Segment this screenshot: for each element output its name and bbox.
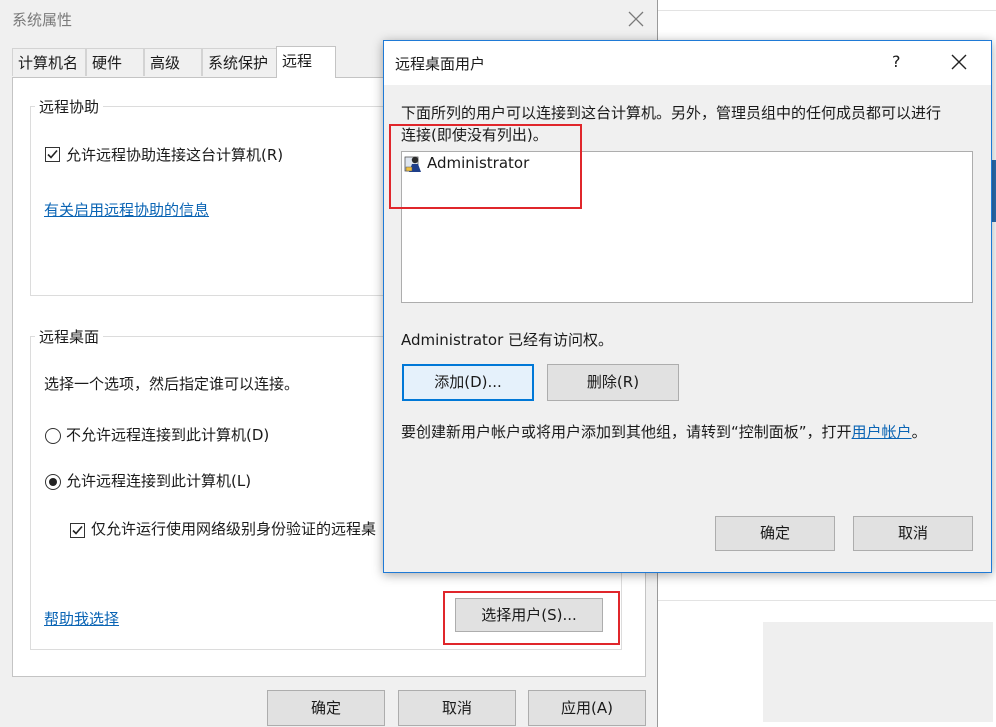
- tab-remote[interactable]: 远程: [276, 46, 336, 78]
- user-accounts-link[interactable]: 用户帐户: [852, 423, 912, 441]
- highlight-box-select-users: [443, 591, 620, 645]
- footer-text-main: 要创建新用户帐户或将用户添加到其他组，请转到“控制面板”，打开: [401, 423, 852, 441]
- footer-text-end: 。: [911, 423, 927, 441]
- remote-desktop-instruction: 选择一个选项，然后指定谁可以连接。: [44, 375, 300, 393]
- help-icon[interactable]: ?: [892, 52, 901, 71]
- blurred-area: [763, 622, 993, 722]
- add-button[interactable]: 添加(D)...: [402, 364, 534, 401]
- dialog-title: 远程桌面用户: [395, 55, 486, 73]
- access-status: Administrator 已经有访问权。: [401, 331, 614, 349]
- close-icon[interactable]: [950, 53, 970, 73]
- footer-text: 要创建新用户帐户或将用户添加到其他组，请转到“控制面板”，打开用户帐户。: [401, 421, 927, 442]
- tab-advanced[interactable]: 高级: [144, 48, 202, 76]
- radio-allow-remote[interactable]: [45, 474, 61, 490]
- tab-hardware[interactable]: 硬件: [86, 48, 144, 76]
- tab-computer-name[interactable]: 计算机名: [12, 48, 86, 76]
- radio-allow-remote-label[interactable]: 允许远程连接到此计算机(L): [66, 470, 251, 491]
- close-icon[interactable]: [626, 9, 646, 29]
- radio-disallow-remote[interactable]: [45, 428, 61, 444]
- dialog-title: 系统属性: [12, 11, 73, 29]
- remote-desktop-users-dialog: 远程桌面用户 ? 下面所列的用户可以连接到这台计算机。另外，管理员组中的任何成员…: [383, 40, 992, 573]
- highlight-box-administrator: [389, 124, 582, 209]
- radio-selected-dot: [49, 478, 57, 486]
- remote-assist-checkbox-label[interactable]: 允许远程协助连接这台计算机(R): [66, 144, 283, 165]
- remote-assistance-legend: 远程协助: [35, 96, 104, 117]
- background-divider: [658, 10, 996, 11]
- background-divider: [658, 600, 996, 601]
- nla-checkbox-label[interactable]: 仅允许运行使用网络级别身份验证的远程桌: [91, 518, 376, 539]
- help-me-choose-link[interactable]: 帮助我选择: [44, 608, 119, 629]
- ok-button[interactable]: 确定: [267, 690, 385, 726]
- remote-desktop-legend: 远程桌面: [35, 326, 104, 347]
- ok-button[interactable]: 确定: [715, 516, 835, 551]
- cancel-button[interactable]: 取消: [853, 516, 973, 551]
- cancel-button[interactable]: 取消: [398, 690, 516, 726]
- description-line-1: 下面所列的用户可以连接到这台计算机。另外，管理员组中的任何成员都可以进行: [401, 104, 942, 122]
- dialog-titlebar: 远程桌面用户 ?: [384, 41, 991, 85]
- nla-checkbox[interactable]: [70, 523, 85, 538]
- radio-disallow-remote-label[interactable]: 不允许远程连接到此计算机(D): [66, 424, 269, 445]
- remove-button[interactable]: 删除(R): [547, 364, 679, 401]
- remote-assist-checkbox[interactable]: [45, 147, 60, 162]
- tab-system-protection[interactable]: 系统保护: [202, 48, 278, 76]
- remote-assist-info-link[interactable]: 有关启用远程协助的信息: [44, 199, 209, 220]
- apply-button[interactable]: 应用(A): [528, 690, 646, 726]
